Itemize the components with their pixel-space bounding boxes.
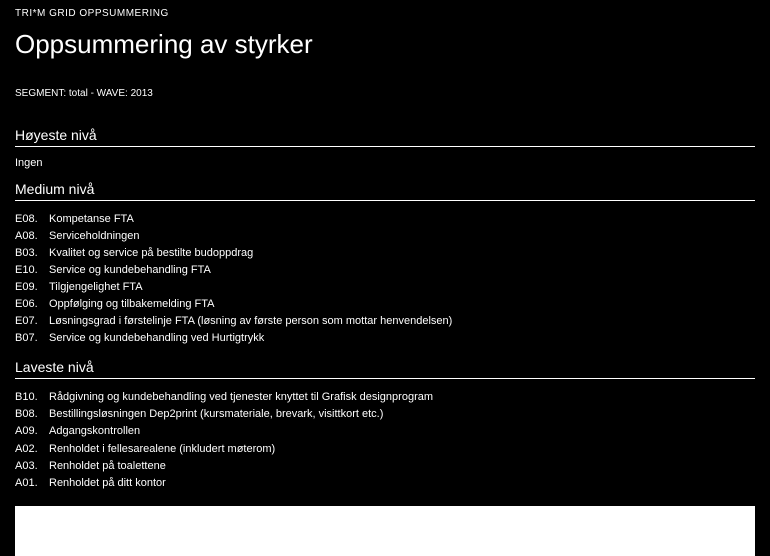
item-label: Renholdet på toalettene — [47, 458, 166, 475]
list-item: A08Serviceholdningen — [15, 228, 755, 245]
item-code: B07 — [15, 330, 47, 347]
list-item: B10Rådgivning og kundebehandling ved tje… — [15, 389, 755, 406]
item-code: A02 — [15, 441, 47, 458]
item-code: E10 — [15, 262, 47, 279]
list-item: B08Bestillingsløsningen Dep2print (kursm… — [15, 406, 755, 423]
item-code: B10 — [15, 389, 47, 406]
item-label: Rådgivning og kundebehandling ved tjenes… — [47, 389, 433, 406]
item-label: Service og kundebehandling ved Hurtigtry… — [47, 330, 264, 347]
footer-box — [15, 506, 755, 556]
list-item: A09Adgangskontrollen — [15, 423, 755, 440]
medium-items-list: E08Kompetanse FTAA08ServiceholdningenB03… — [15, 211, 755, 347]
item-label: Tilgjengelighet FTA — [47, 279, 143, 296]
item-label: Oppfølging og tilbakemelding FTA — [47, 296, 215, 313]
item-label: Kompetanse FTA — [47, 211, 134, 228]
section-heading-low: Laveste nivå — [15, 359, 755, 379]
list-item: B07Service og kundebehandling ved Hurtig… — [15, 330, 755, 347]
item-code: B03 — [15, 245, 47, 262]
item-label: Løsningsgrad i førstelinje FTA (løsning … — [47, 313, 452, 330]
item-label: Serviceholdningen — [47, 228, 140, 245]
item-code: A09 — [15, 423, 47, 440]
item-code: A03 — [15, 458, 47, 475]
item-code: A08 — [15, 228, 47, 245]
list-item: E06Oppfølging og tilbakemelding FTA — [15, 296, 755, 313]
list-item: E08Kompetanse FTA — [15, 211, 755, 228]
kicker-text: TRI*M GRID OPPSUMMERING — [15, 8, 755, 19]
item-label: Adgangskontrollen — [47, 423, 140, 440]
list-item: A01Renholdet på ditt kontor — [15, 475, 755, 492]
item-label: Service og kundebehandling FTA — [47, 262, 211, 279]
list-item: A03Renholdet på toalettene — [15, 458, 755, 475]
segment-line: SEGMENT: total - WAVE: 2013 — [15, 88, 755, 99]
item-label: Kvalitet og service på bestilte budoppdr… — [47, 245, 253, 262]
item-label: Renholdet i fellesarealene (inkludert mø… — [47, 441, 275, 458]
list-item: E10Service og kundebehandling FTA — [15, 262, 755, 279]
list-item: B03Kvalitet og service på bestilte budop… — [15, 245, 755, 262]
item-code: E08 — [15, 211, 47, 228]
section-heading-medium: Medium nivå — [15, 181, 755, 201]
high-none-text: Ingen — [15, 157, 755, 169]
low-items-list: B10Rådgivning og kundebehandling ved tje… — [15, 389, 755, 491]
section-heading-high: Høyeste nivå — [15, 127, 755, 147]
item-code: E09 — [15, 279, 47, 296]
item-label: Bestillingsløsningen Dep2print (kursmate… — [47, 406, 383, 423]
item-code: E07 — [15, 313, 47, 330]
page-title: Oppsummering av styrker — [15, 29, 755, 60]
item-code: B08 — [15, 406, 47, 423]
item-label: Renholdet på ditt kontor — [47, 475, 166, 492]
list-item: A02Renholdet i fellesarealene (inkludert… — [15, 441, 755, 458]
list-item: E09Tilgjengelighet FTA — [15, 279, 755, 296]
list-item: E07Løsningsgrad i førstelinje FTA (løsni… — [15, 313, 755, 330]
item-code: A01 — [15, 475, 47, 492]
item-code: E06 — [15, 296, 47, 313]
